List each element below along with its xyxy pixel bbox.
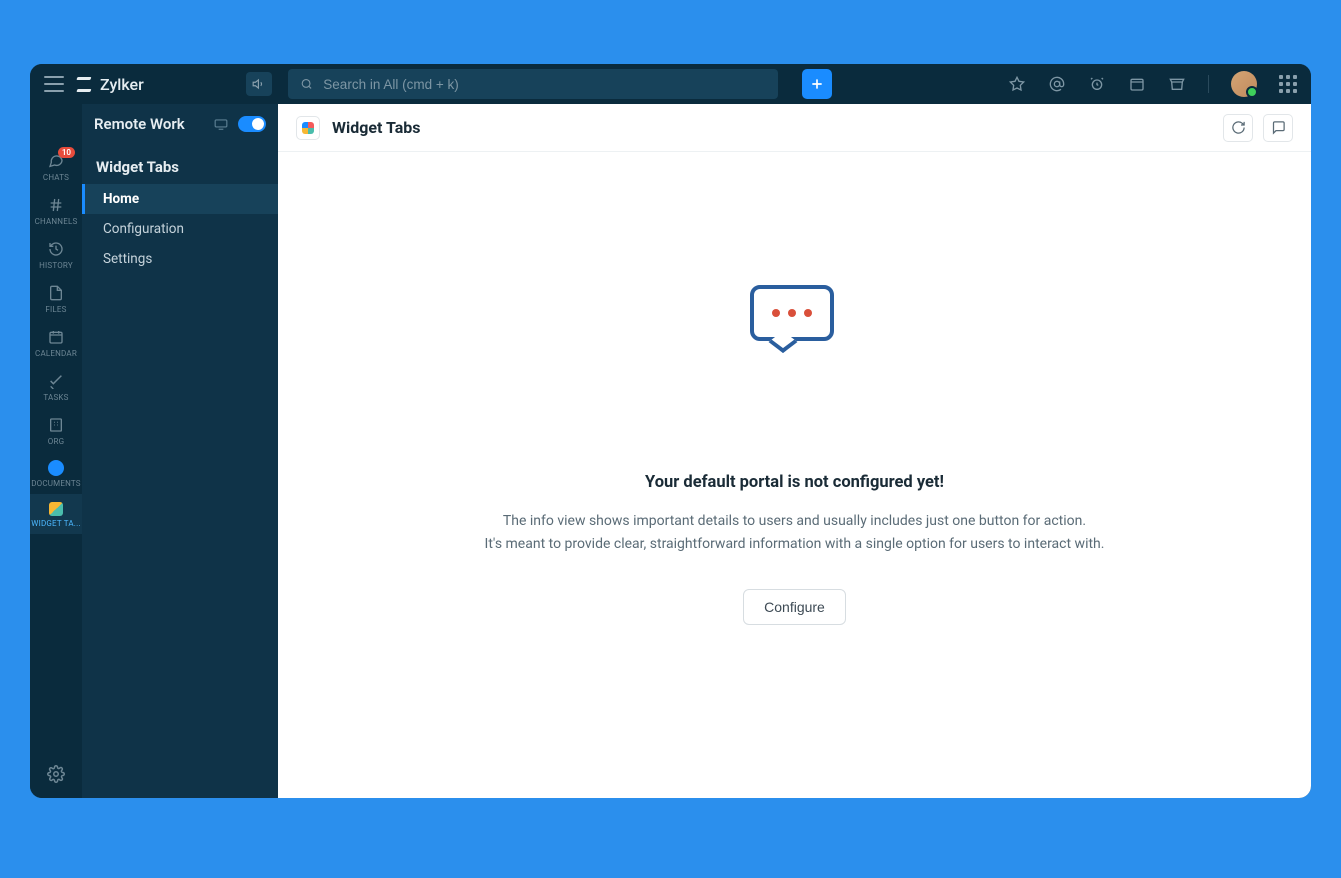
rail-label: HISTORY: [39, 261, 73, 270]
sound-toggle[interactable]: [246, 72, 272, 96]
brand-name: Zylker: [100, 75, 144, 94]
history-icon: [47, 240, 65, 258]
widget-icon: [49, 502, 63, 516]
search-bar[interactable]: [288, 69, 778, 99]
divider: [1208, 75, 1209, 93]
widget-app-icon: [296, 116, 320, 140]
comment-icon: [1271, 120, 1286, 135]
icon-rail: 10 CHATS CHANNELS HISTORY: [30, 104, 82, 798]
reminder-icon[interactable]: [1088, 75, 1106, 93]
header-right: [1008, 71, 1297, 97]
rail-tasks[interactable]: TASKS: [30, 364, 82, 408]
main-header: Widget Tabs: [278, 104, 1311, 152]
rail-org[interactable]: ORG: [30, 408, 82, 452]
refresh-button[interactable]: [1223, 114, 1253, 142]
rail-label: CHATS: [43, 173, 69, 182]
workspace-header: Remote Work: [82, 104, 278, 144]
rail-label: ORG: [48, 437, 64, 446]
configure-button[interactable]: Configure: [743, 589, 846, 625]
comment-button[interactable]: [1263, 114, 1293, 142]
empty-heading: Your default portal is not configured ye…: [645, 473, 944, 492]
search-input[interactable]: [323, 77, 766, 92]
app-window: Zylker: [30, 64, 1311, 798]
calendar-icon: [47, 328, 65, 346]
rail-widget-tabs[interactable]: WIDGET TA...: [30, 494, 82, 534]
org-icon: [47, 416, 65, 434]
mention-icon[interactable]: [1048, 75, 1066, 93]
new-button[interactable]: [802, 69, 832, 99]
empty-line-2: It's meant to provide clear, straightfor…: [485, 533, 1105, 555]
workspace-name: Remote Work: [94, 115, 185, 133]
rail-files[interactable]: FILES: [30, 276, 82, 320]
rail-label: WIDGET TA...: [31, 519, 80, 528]
brand-logo-icon: [76, 76, 92, 92]
rail-label: TASKS: [43, 393, 68, 402]
remote-toggle[interactable]: [238, 116, 266, 132]
empty-line-1: The info view shows important details to…: [503, 510, 1086, 532]
avatar[interactable]: [1231, 71, 1257, 97]
rail-calendar[interactable]: CALENDAR: [30, 320, 82, 364]
documents-icon: [48, 460, 64, 476]
calendar-popout-icon[interactable]: [1128, 75, 1146, 93]
empty-state: Your default portal is not configured ye…: [278, 152, 1311, 798]
rail-chats[interactable]: 10 CHATS: [30, 144, 82, 188]
brand: Zylker: [76, 72, 276, 96]
rail-label: CALENDAR: [35, 349, 77, 358]
hash-icon: [47, 196, 65, 214]
gear-icon: [47, 765, 65, 783]
rail-badge: 10: [58, 147, 75, 158]
monitor-icon[interactable]: [214, 118, 228, 130]
top-header: Zylker: [30, 64, 1311, 104]
rail-channels[interactable]: CHANNELS: [30, 188, 82, 232]
file-icon: [47, 284, 65, 302]
refresh-icon: [1231, 120, 1246, 135]
search-icon: [300, 77, 313, 91]
page-title: Widget Tabs: [332, 118, 421, 137]
rail-label: FILES: [45, 305, 66, 314]
secondary-sidebar: Remote Work Widget Tabs Home Configurati…: [82, 104, 278, 798]
tasks-icon: [47, 372, 65, 390]
sidebar-title: Widget Tabs: [82, 144, 278, 184]
main-panel: Widget Tabs Your default portal is no: [278, 104, 1311, 798]
rail-documents[interactable]: DOCUMENTS: [30, 452, 82, 494]
sidebar-item-configuration[interactable]: Configuration: [82, 214, 278, 244]
sidebar-item-home[interactable]: Home: [82, 184, 278, 214]
rail-label: CHANNELS: [35, 217, 78, 226]
rail-label: DOCUMENTS: [31, 479, 81, 488]
menu-icon[interactable]: [44, 76, 64, 92]
settings-gear[interactable]: [30, 750, 82, 798]
apps-grid-icon[interactable]: [1279, 75, 1297, 93]
star-icon[interactable]: [1008, 75, 1026, 93]
store-icon[interactable]: [1168, 75, 1186, 93]
rail-history[interactable]: HISTORY: [30, 232, 82, 276]
empty-illustration-icon: [750, 285, 840, 363]
sidebar-item-settings[interactable]: Settings: [82, 244, 278, 274]
